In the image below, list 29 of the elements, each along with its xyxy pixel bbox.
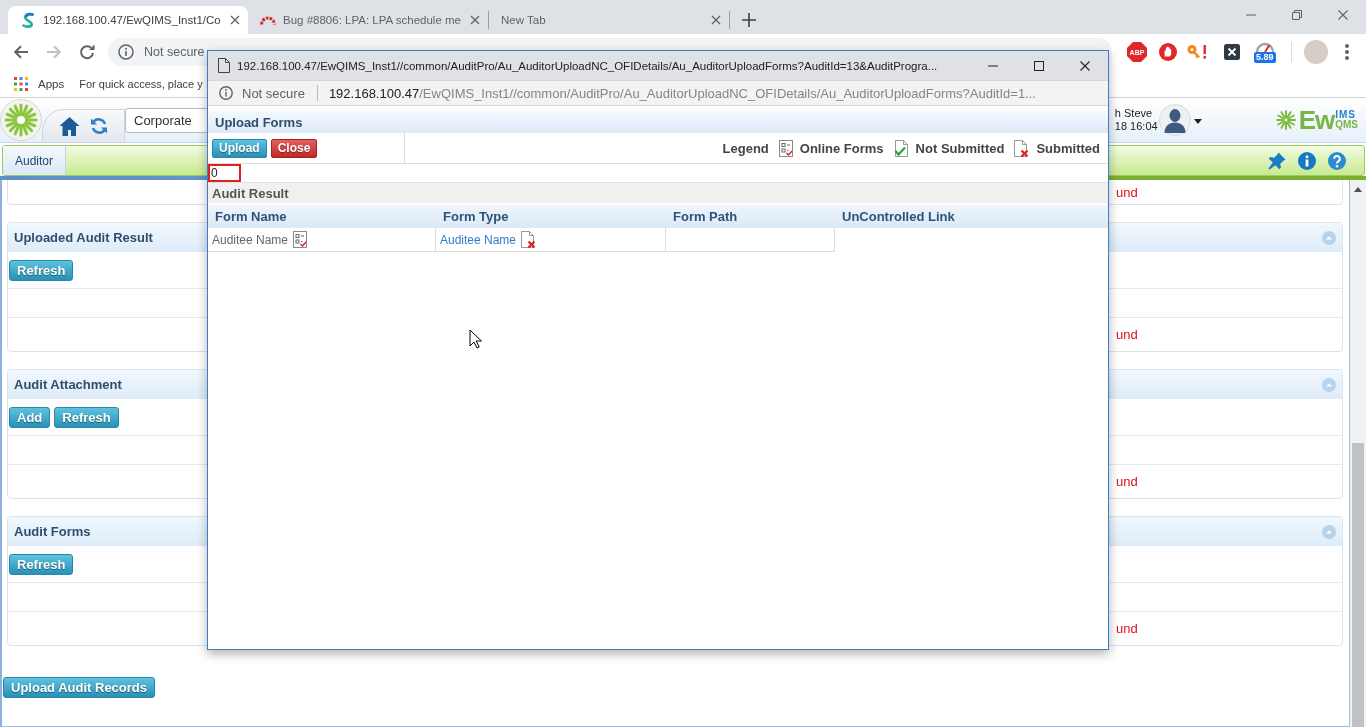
- legend-text: Online Forms: [799, 140, 884, 156]
- logo-superscript: IMS: [1335, 110, 1357, 120]
- legend-text: Not Submitted: [915, 140, 1005, 156]
- security-label: Not secure: [144, 45, 205, 59]
- logo-wordmark: Ew: [1298, 104, 1335, 136]
- status-message: und: [1116, 474, 1138, 489]
- subsection-title: Audit Result: [212, 185, 289, 201]
- column-header: Form Type: [443, 209, 509, 224]
- meter-reading: 5.89: [1254, 52, 1276, 63]
- security-label: Not secure: [242, 85, 305, 101]
- bookmarks-hint: For quick access, place y: [79, 77, 203, 90]
- address-url: 192.168.100.47/EwQIMS_Inst1//common/AuditPro/Au_AuditorUploadNC_OFIDetails/Au_AuditorUploadForms?AuditId=1...: [328, 85, 1036, 101]
- window-title: 192.168.100.47/EwQIMS_Inst1//common/AuditPro/Au_AuditorUploadNC_OFIDetails/Au_AuditorUploadForms?AuditId=13&AuditProgra...: [237, 59, 938, 72]
- login-time: 18 16:04: [1114, 120, 1158, 133]
- section-title: Upload Forms: [215, 114, 303, 130]
- user-name: h Steve: [1114, 107, 1154, 120]
- status-message: und: [1116, 327, 1138, 342]
- cell-text: Auditee Name: [212, 232, 289, 247]
- status-message: und: [1116, 184, 1138, 200]
- panel-title: Audit Forms: [14, 524, 91, 539]
- status-message: und: [1116, 621, 1138, 636]
- legend-label: Legend: [722, 140, 769, 156]
- column-header: Form Path: [673, 209, 738, 224]
- logo-subscript: QMS: [1335, 120, 1358, 130]
- column-header: Form Name: [215, 209, 287, 224]
- panel-title: Uploaded Audit Result: [14, 230, 153, 245]
- column-header: UnControlled Link: [842, 209, 955, 224]
- legend-text: Submitted: [1036, 140, 1100, 156]
- panel-title: Audit Attachment: [14, 377, 122, 392]
